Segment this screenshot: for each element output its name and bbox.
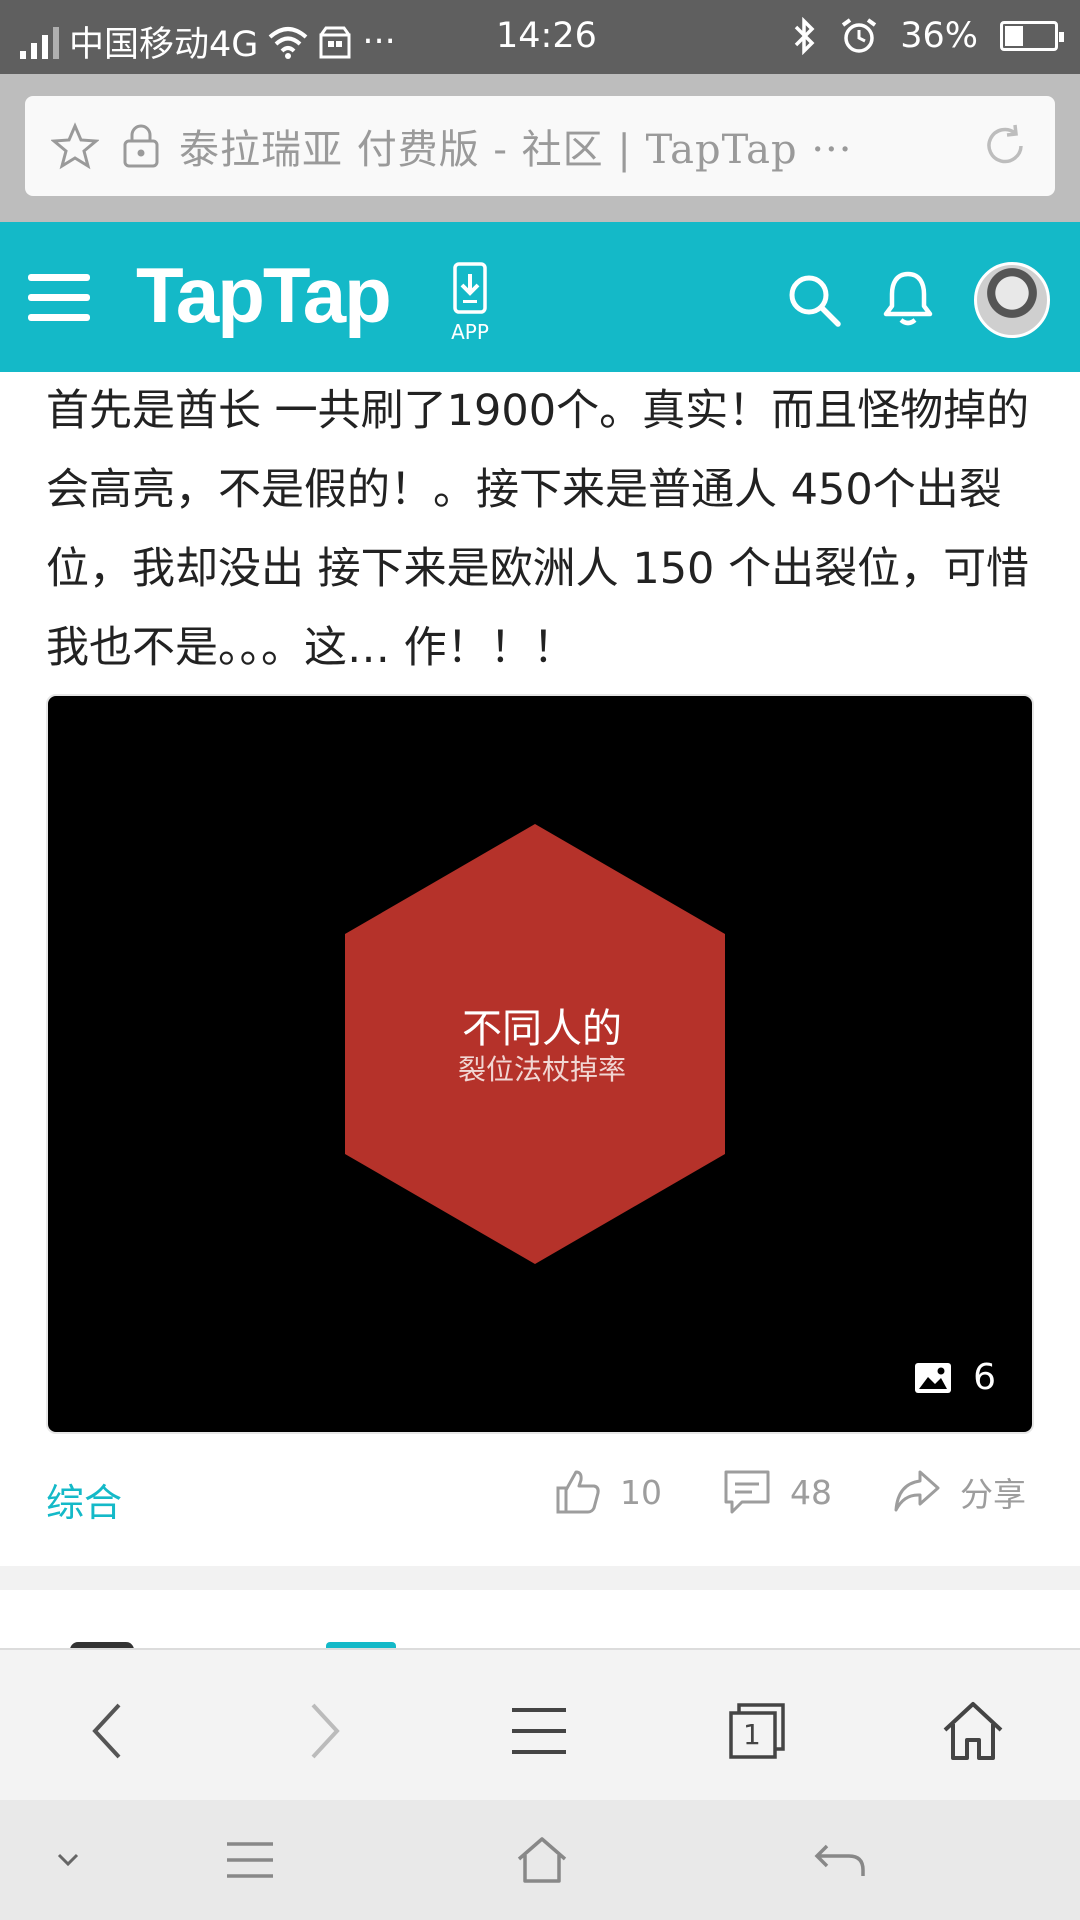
store-icon: [319, 26, 351, 58]
browser-bottom-bar: 1: [0, 1648, 1080, 1800]
tabs-button[interactable]: 1: [722, 1696, 792, 1766]
recent-apps-button[interactable]: [220, 1830, 280, 1890]
back-arrow-icon: [814, 1844, 865, 1876]
like-count: 10: [620, 1472, 662, 1512]
lock-icon: [123, 124, 159, 168]
category-tag[interactable]: 综合: [46, 1472, 122, 1527]
chevron-down-icon: [57, 1853, 79, 1867]
thumbs-up-icon: [556, 1470, 600, 1514]
comment-icon: [724, 1470, 770, 1514]
browser-menu-button[interactable]: [504, 1696, 574, 1766]
app-download-button[interactable]: APP: [448, 262, 492, 344]
image-count: 6: [973, 1357, 996, 1398]
image-count-badge: 6: [915, 1357, 996, 1398]
post-image[interactable]: 不同人的 裂位法杖掉率 6: [46, 694, 1034, 1434]
signal-icon: [20, 25, 59, 59]
post-actions: 综合 10 48 分享: [0, 1434, 1080, 1564]
share-icon: [894, 1470, 940, 1512]
url-text[interactable]: 泰拉瑞亚 付费版 - 社区 | TapTap ···: [179, 117, 899, 175]
status-bar: 中国移动4G ··· 14:26 36%: [0, 0, 1080, 74]
like-button[interactable]: 10: [554, 1468, 662, 1516]
tab-count: 1: [743, 1718, 761, 1751]
app-label: APP: [451, 320, 489, 344]
menu-lines-icon: [512, 1708, 566, 1754]
bookmark-star-icon[interactable]: [51, 122, 99, 170]
share-button[interactable]: 分享: [892, 1468, 1026, 1516]
forward-button[interactable]: [290, 1696, 360, 1766]
search-icon[interactable]: [786, 272, 842, 328]
home-button[interactable]: [938, 1696, 1008, 1766]
site-header: TapTap APP: [0, 222, 1080, 372]
clock: 14:26: [496, 16, 597, 56]
battery-percent: 36%: [900, 16, 978, 56]
browser-toolbar: 泰拉瑞亚 付费版 - 社区 | TapTap ···: [0, 74, 1080, 222]
bluetooth-icon: [794, 17, 815, 55]
chevron-left-icon: [92, 1703, 121, 1759]
comment-button[interactable]: 48: [722, 1468, 832, 1516]
image-caption-title: 不同人的: [462, 1006, 622, 1052]
share-label: 分享: [960, 1475, 1026, 1514]
address-bar[interactable]: 泰拉瑞亚 付费版 - 社区 | TapTap ···: [25, 96, 1055, 196]
user-avatar[interactable]: [974, 262, 1050, 338]
carrier-label: 中国移动4G: [69, 25, 259, 65]
image-caption-subtitle: 裂位法杖掉率: [457, 1053, 626, 1086]
back-button[interactable]: [72, 1696, 142, 1766]
next-post-card: [0, 1590, 1080, 1650]
system-nav-bar: [0, 1800, 1080, 1920]
refresh-icon[interactable]: [981, 122, 1029, 170]
menu-icon[interactable]: [28, 272, 92, 324]
post-body-text: 首先是酋长 一共刷了1900个。真实！而且怪物掉的会高亮，不是假的！。接下来是普…: [46, 386, 1030, 673]
chevron-right-icon: [311, 1703, 340, 1759]
home-icon: [943, 1702, 1003, 1760]
menu-lines-icon: [227, 1842, 273, 1878]
collapse-button[interactable]: [38, 1830, 98, 1890]
wifi-icon: [269, 26, 308, 59]
battery-icon: [1000, 21, 1064, 51]
system-home-button[interactable]: [512, 1830, 572, 1890]
alarm-icon: [842, 18, 877, 53]
notification-bell-icon[interactable]: [882, 270, 934, 326]
system-back-button[interactable]: [810, 1830, 870, 1890]
comment-count: 48: [790, 1472, 832, 1512]
more-notifications: ···: [362, 21, 396, 62]
home-icon: [517, 1837, 567, 1883]
taptap-logo[interactable]: TapTap: [136, 250, 392, 341]
phone-download-icon: [453, 262, 487, 314]
section-divider: [0, 1566, 1080, 1590]
image-icon: [915, 1362, 952, 1393]
